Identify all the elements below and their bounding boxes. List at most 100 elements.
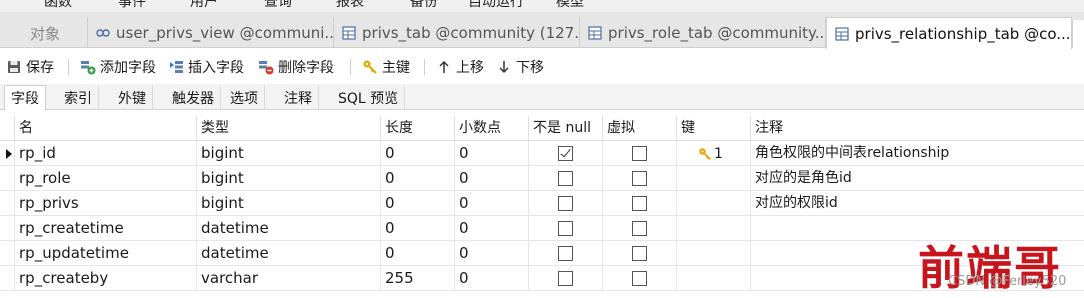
move-down-button[interactable]: 下移 [496,56,544,78]
virtual-checkbox[interactable] [632,221,647,236]
virtual-checkbox[interactable] [632,246,647,261]
subtab-indexes[interactable]: 索引 [58,86,99,110]
move-up-label: 上移 [456,60,484,76]
menu-item-reports[interactable]: 报表 [336,0,364,11]
cell-decimals[interactable]: 0 [454,266,528,291]
tab-label: privs_relationship_tab @co... [855,24,1071,43]
column-header-decimals[interactable]: 小数点 [454,116,528,141]
cell-length[interactable]: 0 [380,141,454,166]
cell-name[interactable]: rp_role [14,166,196,191]
not-null-checkbox[interactable] [558,196,573,211]
not-null-checkbox[interactable] [558,146,573,161]
menu-bar: 函数 事件 用户 查询 报表 备份 自动运行 模型 [0,0,1084,12]
column-header-type[interactable]: 类型 [196,116,380,141]
toolbar-divider [68,59,69,75]
virtual-checkbox[interactable] [632,271,647,286]
cell-comment[interactable]: 对应的权限id [750,191,1084,216]
primary-key-button[interactable]: 主键 [362,56,410,78]
not-null-checkbox[interactable] [558,246,573,261]
move-up-button[interactable]: 上移 [436,56,484,78]
save-button[interactable]: 保存 [6,56,54,78]
column-header-comment[interactable]: 注释 [750,116,1084,141]
cell-length[interactable]: 0 [380,216,454,241]
cell-key[interactable] [676,191,750,216]
cell-length[interactable]: 0 [380,166,454,191]
subtab-comment[interactable]: 注释 [278,86,319,110]
cell-type[interactable]: varchar [196,266,380,291]
tab-privs-relationship-tab[interactable]: privs_relationship_tab @co... [826,17,1072,49]
delete-field-icon [258,59,274,75]
tab-objects[interactable]: 对象 [0,18,88,48]
subtab-triggers[interactable]: 触发器 [166,86,221,110]
cell-key[interactable] [676,166,750,191]
cell-length[interactable]: 0 [380,241,454,266]
delete-field-label: 删除字段 [278,60,334,76]
save-label: 保存 [26,60,54,76]
tab-label: privs_tab @community (127... [362,24,580,42]
virtual-checkbox[interactable] [632,146,647,161]
subtab-fields[interactable]: 字段 [4,85,46,111]
cell-name[interactable]: rp_createby [14,266,196,291]
menu-item-users[interactable]: 用户 [190,0,218,11]
cell-comment[interactable]: 对应的是角色id [750,166,1084,191]
tab-user-privs-view[interactable]: user_privs_view @communi... [88,18,334,48]
cell-key[interactable] [676,241,750,266]
column-header-not-null[interactable]: 不是 null [528,116,602,141]
not-null-checkbox[interactable] [558,171,573,186]
cell-decimals[interactable]: 0 [454,191,528,216]
virtual-checkbox[interactable] [632,171,647,186]
add-field-icon [80,59,96,75]
menu-item-model[interactable]: 模型 [556,0,584,11]
primary-key-label: 主键 [382,60,410,76]
cell-decimals[interactable]: 0 [454,241,528,266]
menu-item-functions[interactable]: 函数 [44,0,72,11]
cell-decimals[interactable]: 0 [454,166,528,191]
cell-decimals[interactable]: 0 [454,216,528,241]
subtab-foreign-keys[interactable]: 外键 [112,86,153,110]
cell-type[interactable]: datetime [196,241,380,266]
cell-key[interactable] [676,266,750,291]
column-header-key[interactable]: 键 [676,116,750,141]
table-icon [588,26,602,40]
cell-name[interactable]: rp_privs [14,191,196,216]
cell-type[interactable]: datetime [196,216,380,241]
not-null-checkbox[interactable] [558,221,573,236]
menu-item-automation[interactable]: 自动运行 [468,0,524,11]
cell-name[interactable]: rp_updatetime [14,241,196,266]
tab-objects-label: 对象 [30,24,61,43]
tab-label: privs_role_tab @community... [608,24,826,42]
menu-item-events[interactable]: 事件 [118,0,146,11]
cell-type[interactable]: bigint [196,191,380,216]
cell-decimals[interactable]: 0 [454,141,528,166]
cell-name[interactable]: rp_createtime [14,216,196,241]
table-row[interactable]: rp_role bigint 0 0 对应的是角色id [0,166,1084,191]
add-field-button[interactable]: 添加字段 [80,56,156,78]
insert-field-label: 插入字段 [188,60,244,76]
tab-privs-tab[interactable]: privs_tab @community (127... [334,18,580,48]
delete-field-button[interactable]: 删除字段 [258,56,334,78]
key-icon [698,147,712,161]
tab-overflow[interactable] [1072,20,1084,48]
menu-item-backup[interactable]: 备份 [410,0,438,11]
virtual-checkbox[interactable] [632,196,647,211]
cell-length[interactable]: 0 [380,191,454,216]
cell-length[interactable]: 255 [380,266,454,291]
column-header-length[interactable]: 长度 [380,116,454,141]
not-null-checkbox[interactable] [558,271,573,286]
key-order: 1 [714,145,723,162]
cell-comment[interactable]: 角色权限的中间表relationship [750,141,1084,166]
cell-name[interactable]: rp_id [14,141,196,166]
cell-type[interactable]: bigint [196,166,380,191]
subtab-sql-preview[interactable]: SQL 预览 [332,86,406,110]
insert-field-button[interactable]: 插入字段 [168,56,244,78]
cell-type[interactable]: bigint [196,141,380,166]
cell-key[interactable] [676,216,750,241]
table-row[interactable]: rp_id bigint 0 0 1 角色权限的中间表relationship [0,141,1084,166]
table-row[interactable]: rp_privs bigint 0 0 对应的权限id [0,191,1084,216]
table-icon [835,26,849,41]
column-header-virtual[interactable]: 虚拟 [602,116,676,141]
tab-privs-role-tab[interactable]: privs_role_tab @community... [580,18,826,48]
menu-item-query[interactable]: 查询 [264,0,292,11]
column-header-name[interactable]: 名 [14,116,196,141]
subtab-options[interactable]: 选项 [224,86,265,110]
